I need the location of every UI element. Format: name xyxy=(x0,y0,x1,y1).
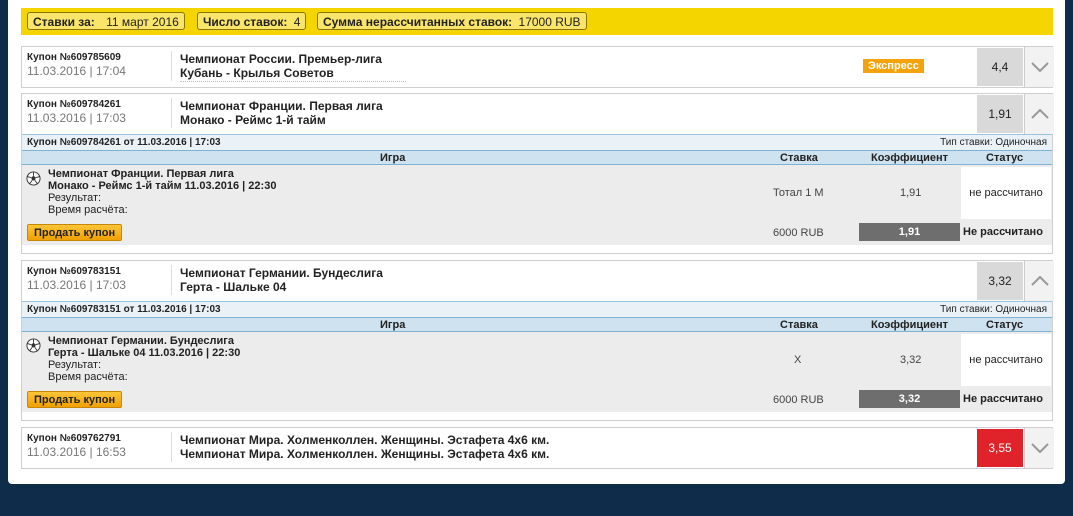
bet-count-box: Число ставок: 4 xyxy=(197,12,307,30)
event-league: Чемпионат Франции. Первая лига xyxy=(180,99,383,113)
total-status: Не рассчитано xyxy=(963,393,1043,405)
detail-league: Чемпионат Франции. Первая лига xyxy=(48,168,234,180)
bet-coefficient: 1,91 xyxy=(900,187,922,199)
collapse-toggle[interactable] xyxy=(1024,94,1054,134)
result-label: Результат: xyxy=(48,359,102,371)
bet-type: Тип ставки: Одиночная xyxy=(940,137,1047,148)
detail-match: Монако - Реймс 1-й тайм 11.03.2016 | 22:… xyxy=(48,180,277,192)
details-title: Купон №609784261 от 11.03.2016 | 17:03 xyxy=(27,137,221,148)
coupon-row: Купон №609784261 11.03.2016 | 17:03 Чемп… xyxy=(21,93,1054,254)
unsettled-sum-label: Сумма нерассчитанных ставок: xyxy=(323,15,513,29)
bet-status: не рассчитано xyxy=(961,167,1051,219)
bet-selection: Тотал 1 М xyxy=(773,187,824,199)
coupon-odds: 3,55 xyxy=(977,429,1023,467)
divider xyxy=(171,98,172,128)
coupon-row: Купон №609785609 11.03.2016 | 17:04 Чемп… xyxy=(21,46,1054,88)
coupon-odds: 1,91 xyxy=(977,95,1023,133)
event-league: Чемпионат России. Премьер-лига xyxy=(180,52,382,66)
coupon-event: Чемпионат Мира. Холменколлен. Женщины. Э… xyxy=(180,433,549,461)
bet-status: не рассчитано xyxy=(961,334,1051,386)
coupon-id[interactable]: Купон №609785609 xyxy=(27,52,121,63)
coupon-event: Чемпионат России. Премьер-лига Кубань - … xyxy=(180,52,382,80)
event-match: Чемпионат Мира. Холменколлен. Женщины. Э… xyxy=(180,447,550,461)
unsettled-sum-value: 17000 RUB xyxy=(518,15,581,29)
chevron-up-icon xyxy=(1030,276,1049,286)
divider xyxy=(171,51,172,81)
date-filter[interactable]: Ставки за: 11 март 2016 xyxy=(27,12,185,30)
chevron-up-icon xyxy=(1030,109,1049,119)
bet-count-value: 4 xyxy=(293,15,301,29)
coupon-id[interactable]: Купон №609762791 xyxy=(27,433,121,444)
detail-league: Чемпионат Германии. Бундеслига xyxy=(48,335,234,347)
col-bet: Ставка xyxy=(780,319,818,331)
detail-game: Чемпионат Франции. Первая лига Монако - … xyxy=(48,168,276,216)
coupon-datetime: 11.03.2016 | 17:03 xyxy=(27,111,126,125)
soccer-ball-icon xyxy=(26,171,41,186)
bet-detail-row: Чемпионат Германии. Бундеслига Герта - Ш… xyxy=(22,332,1052,412)
coupon-event: Чемпионат Германии. Бундеслига Герта - Ш… xyxy=(180,266,383,294)
col-status: Статус xyxy=(986,152,1024,164)
col-game: Игра xyxy=(380,319,406,331)
coupon-datetime: 11.03.2016 | 17:04 xyxy=(27,64,126,78)
details-columns: Игра Ставка Коэффициент Статус xyxy=(22,317,1052,332)
bet-coefficient: 3,32 xyxy=(900,354,922,366)
coupon-datetime: 11.03.2016 | 16:53 xyxy=(27,445,126,459)
col-coefficient: Коэффициент xyxy=(871,319,949,331)
col-bet: Ставка xyxy=(780,152,818,164)
unsettled-sum-box: Сумма нерассчитанных ставок: 17000 RUB xyxy=(317,12,587,30)
summary-bar: Ставки за: 11 март 2016 Число ставок: 4 … xyxy=(21,8,1053,35)
collapse-toggle[interactable] xyxy=(1024,261,1054,301)
bet-count-label: Число ставок: xyxy=(203,15,288,29)
expand-toggle[interactable] xyxy=(1024,47,1054,87)
bet-type: Тип ставки: Одиночная xyxy=(940,304,1047,315)
event-league: Чемпионат Германии. Бундеслига xyxy=(180,266,383,280)
date-value: 11 март 2016 xyxy=(106,15,179,29)
coupon-event: Чемпионат Франции. Первая лига Монако - … xyxy=(180,99,383,127)
coupon-row: Купон №609783151 11.03.2016 | 17:03 Чемп… xyxy=(21,260,1054,421)
event-match: Монако - Реймс 1-й тайм xyxy=(180,113,326,127)
sell-coupon-button[interactable]: Продать купон xyxy=(27,391,123,408)
coupon-id[interactable]: Купон №609783151 xyxy=(27,266,121,277)
total-coefficient: 3,32 xyxy=(859,390,960,408)
bet-detail-row: Чемпионат Франции. Первая лига Монако - … xyxy=(22,165,1052,245)
details-title: Купон №609783151 от 11.03.2016 | 17:03 xyxy=(27,304,221,315)
express-badge: Экспресс xyxy=(863,59,924,73)
coupon-odds: 3,32 xyxy=(977,262,1023,300)
coupon-odds: 4,4 xyxy=(977,48,1023,86)
event-match: Герта - Шальке 04 xyxy=(180,280,287,294)
event-league: Чемпионат Мира. Холменколлен. Женщины. Э… xyxy=(180,433,550,447)
event-match: Кубань - Крылья Советов xyxy=(180,66,334,80)
coupon-id[interactable]: Купон №609784261 xyxy=(27,99,121,110)
calc-time-label: Время расчёта: xyxy=(48,371,128,383)
col-status: Статус xyxy=(986,319,1024,331)
chevron-down-icon xyxy=(1030,62,1049,72)
col-game: Игра xyxy=(380,152,406,164)
detail-game: Чемпионат Германии. Бундеслига Герта - Ш… xyxy=(48,335,240,383)
sell-coupon-button[interactable]: Продать купон xyxy=(27,224,123,241)
soccer-ball-icon xyxy=(26,338,41,353)
coupon-details-header: Купон №609783151 от 11.03.2016 | 17:03 Т… xyxy=(22,301,1052,317)
expand-toggle[interactable] xyxy=(1024,428,1054,468)
detail-match: Герта - Шальке 04 11.03.2016 | 22:30 xyxy=(48,347,241,359)
total-status: Не рассчитано xyxy=(963,226,1043,238)
divider xyxy=(180,81,406,82)
col-coefficient: Коэффициент xyxy=(871,152,949,164)
stake-amount: 6000 RUB xyxy=(773,394,824,406)
coupon-row: Купон №609762791 11.03.2016 | 16:53 Чемп… xyxy=(21,427,1054,469)
bet-selection: X xyxy=(794,354,802,366)
divider xyxy=(171,432,172,462)
divider xyxy=(171,265,172,295)
details-columns: Игра Ставка Коэффициент Статус xyxy=(22,150,1052,165)
coupon-datetime: 11.03.2016 | 17:03 xyxy=(27,278,126,292)
total-coefficient: 1,91 xyxy=(859,223,960,241)
date-label: Ставки за: xyxy=(33,15,95,29)
coupon-details-header: Купон №609784261 от 11.03.2016 | 17:03 Т… xyxy=(22,134,1052,150)
calc-time-label: Время расчёта: xyxy=(48,204,128,216)
chevron-down-icon xyxy=(1030,443,1049,453)
result-label: Результат: xyxy=(48,192,102,204)
stake-amount: 6000 RUB xyxy=(773,227,824,239)
